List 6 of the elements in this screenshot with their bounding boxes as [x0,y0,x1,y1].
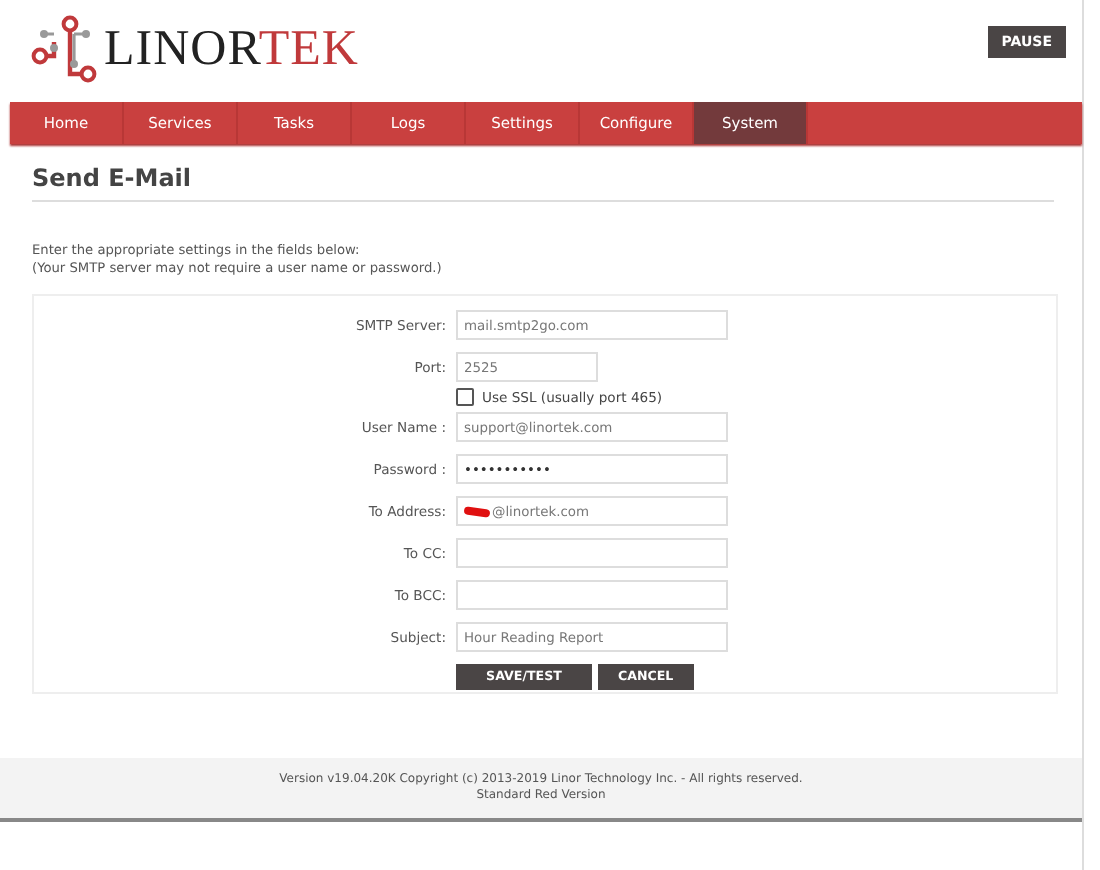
input-field[interactable] [456,580,728,610]
input-field[interactable] [456,538,728,568]
page-title: Send E-Mail [32,162,194,196]
circuit-logo-icon [30,14,98,86]
brand-name: LINORTEK [104,20,359,80]
checkbox[interactable] [456,388,474,406]
